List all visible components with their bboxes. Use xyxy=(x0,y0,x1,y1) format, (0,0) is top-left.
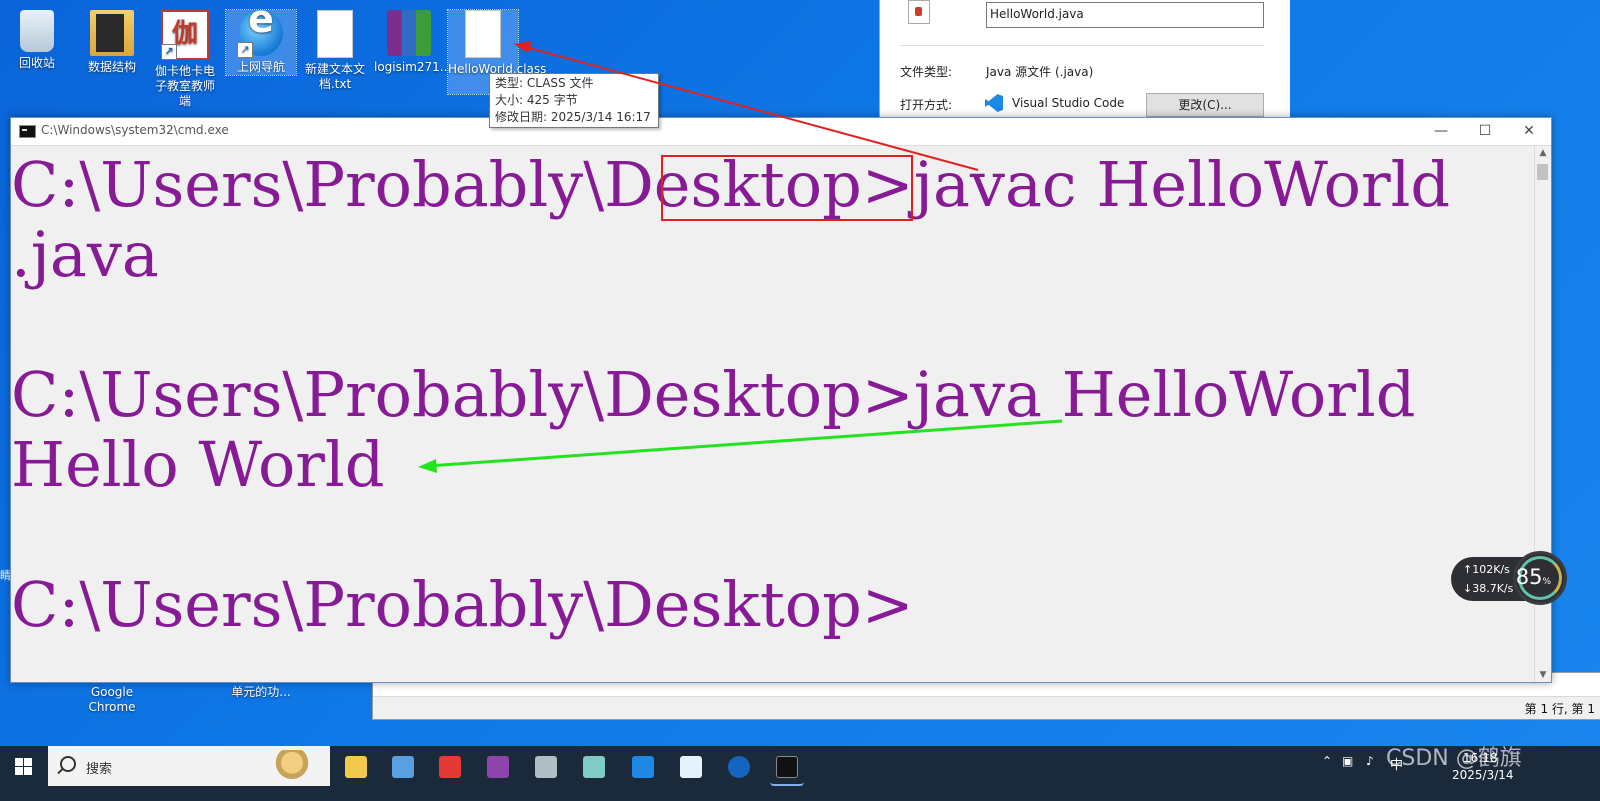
desktop-icon-data-structures[interactable]: 数据结构 xyxy=(77,10,147,75)
desktop-icon-chrome[interactable]: Google Chrome xyxy=(80,685,144,715)
console-output[interactable]: C:\Users\Probably\Desktop>javac HelloWor… xyxy=(11,146,1535,682)
file-type-value: Java 源文件 (.java) xyxy=(986,65,1094,79)
taskbar-monitor-app[interactable] xyxy=(529,750,563,784)
tray-expand-icon[interactable]: ⌃ xyxy=(1322,754,1332,768)
window-title: C:\Windows\system32\cmd.exe xyxy=(41,123,229,137)
taskbar-feishu[interactable] xyxy=(626,750,660,784)
desktop-icon-new-text[interactable]: 新建文本文档.txt xyxy=(300,10,370,92)
search-highlight-art xyxy=(262,750,322,782)
taskbar-remote-desktop[interactable] xyxy=(386,750,420,784)
cmd-taskbar-icon xyxy=(776,756,798,778)
taskbar-notebook-app[interactable] xyxy=(577,750,611,784)
desktop-highlight-box xyxy=(661,155,913,221)
desktop-icon-label: 数据结构 xyxy=(87,60,136,74)
taskbar-baidu-netdisk[interactable] xyxy=(674,750,708,784)
app-icon xyxy=(487,756,509,778)
desktop-icon-label: logisim271... xyxy=(374,60,452,74)
recycle-bin-icon xyxy=(20,10,54,52)
scroll-up-arrow-icon[interactable]: ▲ xyxy=(1535,148,1551,158)
console-line: Hello World xyxy=(11,428,385,501)
search-icon xyxy=(60,756,76,772)
scroll-down-arrow-icon[interactable]: ▼ xyxy=(1535,670,1551,680)
folder-icon xyxy=(90,10,134,56)
filename-field[interactable]: HelloWorld.java xyxy=(986,2,1264,28)
csdn-watermark: CSDN @鹤旗 xyxy=(1386,746,1522,771)
close-button[interactable]: ✕ xyxy=(1507,118,1551,145)
taskbar-file-explorer[interactable] xyxy=(339,750,373,784)
download-speed: ↓38.7K/s xyxy=(1463,582,1514,595)
desktop-icon-label: 单元的功... xyxy=(231,685,291,699)
taskbar: 搜索 ⌃ ▣ ♪ 中 16:18 2025/3/14 xyxy=(0,746,1600,801)
volume-icon[interactable]: ♪ xyxy=(1366,754,1374,768)
winrar-archive-icon xyxy=(387,10,431,56)
scroll-thumb[interactable] xyxy=(1537,164,1548,180)
search-placeholder: 搜索 xyxy=(86,762,113,777)
console-line: .java xyxy=(11,218,159,291)
tooltip-modified: 修改日期: 2025/3/14 16:17 xyxy=(495,110,651,124)
minimize-button[interactable]: — xyxy=(1419,118,1463,145)
open-with-label: 打开方式: xyxy=(900,98,953,112)
baidu-netdisk-icon xyxy=(680,756,702,778)
tooltip-size: 大小: 425 字节 xyxy=(495,93,578,107)
desktop-icon-recycle-bin[interactable]: 回收站 xyxy=(2,10,72,71)
desktop-icon-label: 回收站 xyxy=(18,56,55,70)
windows-logo-icon xyxy=(15,758,32,775)
desktop-icon-label: 上网导航 xyxy=(236,60,285,74)
status-bar: 第 1 行, 第 1 xyxy=(373,696,1600,719)
class-file-icon xyxy=(465,10,501,58)
search-box[interactable]: 搜索 xyxy=(48,746,330,786)
file-type-label: 文件类型: xyxy=(900,65,953,79)
network-icon[interactable]: ▣ xyxy=(1342,754,1353,768)
remote-desktop-icon xyxy=(392,756,414,778)
open-with-value: Visual Studio Code xyxy=(1012,96,1125,110)
upload-speed: ↑102K/s xyxy=(1463,563,1510,576)
desktop-icon-label: Google Chrome xyxy=(88,685,136,714)
network-speed-widget[interactable]: ↑102K/s ↓38.7K/s 85% xyxy=(1451,551,1567,605)
desktop-icon-jiaka[interactable]: 伽 伽卡他卡电子教室教师端 xyxy=(150,10,220,109)
feishu-icon xyxy=(632,756,654,778)
vscode-icon xyxy=(985,94,1003,112)
java-file-icon xyxy=(908,0,930,24)
tooltip-type: 类型: CLASS 文件 xyxy=(495,76,594,90)
divider xyxy=(900,45,1264,46)
maximize-button[interactable]: ☐ xyxy=(1463,118,1507,145)
cmd-titlebar[interactable]: C:\Windows\system32\cmd.exe — ☐ ✕ xyxy=(11,118,1551,146)
text-document-icon xyxy=(317,10,353,58)
taskbar-wps[interactable] xyxy=(433,750,467,784)
browser-icon xyxy=(728,756,750,778)
file-tooltip: 类型: CLASS 文件 大小: 425 字节 修改日期: 2025/3/14 … xyxy=(489,73,659,128)
console-line: C:\Users\Probably\Desktop>java HelloWorl… xyxy=(11,358,1416,431)
taskbar-cmd[interactable] xyxy=(770,750,804,786)
change-button[interactable]: 更改(C)... xyxy=(1146,93,1264,117)
desktop-icon-label: 伽卡他卡电子教室教师端 xyxy=(154,64,215,108)
taskbar-browser[interactable] xyxy=(722,750,756,784)
desktop-icon-unit-function[interactable]: 单元的功... xyxy=(225,685,297,700)
start-button[interactable] xyxy=(0,746,48,786)
console-line: C:\Users\Probably\Desktop> xyxy=(11,568,914,641)
monitor-icon xyxy=(535,756,557,778)
desktop-icon-label: 新建文本文档.txt xyxy=(304,62,365,91)
desktop-icon-logisim[interactable]: logisim271... xyxy=(374,10,452,75)
usage-percent: 85% xyxy=(1515,565,1551,589)
desktop-icon-web-nav[interactable]: 上网导航 xyxy=(225,9,297,76)
notebook-icon xyxy=(583,756,605,778)
taskbar-app-purple[interactable] xyxy=(481,750,515,784)
cmd-icon xyxy=(19,125,36,138)
jiaka-app-icon: 伽 xyxy=(161,10,209,60)
cursor-position: 第 1 行, 第 1 xyxy=(1524,702,1595,716)
file-properties-dialog: HelloWorld.java 文件类型: Java 源文件 (.java) 打… xyxy=(879,0,1290,130)
internet-explorer-icon xyxy=(237,10,283,58)
wps-icon xyxy=(439,756,461,778)
file-explorer-icon xyxy=(345,756,367,778)
